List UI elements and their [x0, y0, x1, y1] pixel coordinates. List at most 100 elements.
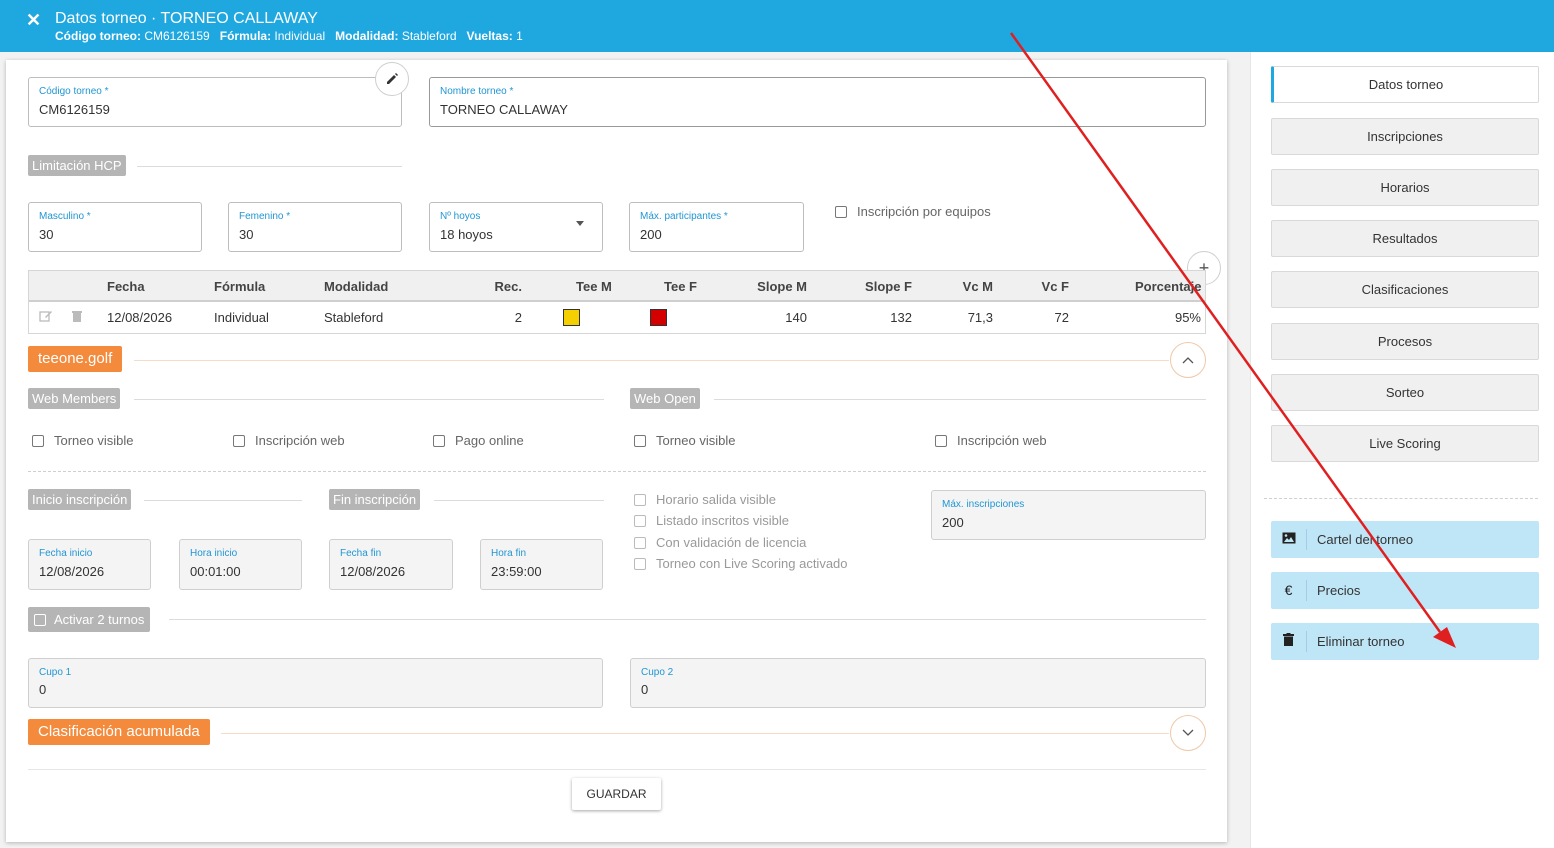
header-summary: Código torneo: CM6126159 Fórmula: Indivi… — [55, 29, 523, 43]
fecha-inicio-field[interactable]: Fecha inicio 12/08/2026 — [28, 539, 151, 590]
inscripcion-equipos-checkbox[interactable]: Inscripción por equipos — [835, 204, 991, 219]
fecha-inicio-label: Fecha inicio — [39, 548, 93, 559]
pencil-icon — [387, 73, 398, 84]
max-participantes-field[interactable]: Máx. participantes * 200 — [629, 202, 804, 252]
femenino-field[interactable]: Femenino * 30 — [228, 202, 402, 252]
chevron-up-icon — [1182, 357, 1194, 364]
eliminar-torneo-label: Eliminar torneo — [1317, 634, 1405, 649]
limitacion-hcp-chip: Limitación HCP — [28, 155, 126, 176]
divider — [134, 360, 1169, 361]
members-pago-online-checkbox[interactable]: Pago online — [433, 433, 524, 448]
col-tee-m: Tee M — [576, 279, 612, 294]
checkbox-label: Torneo visible — [656, 433, 736, 448]
divider — [137, 166, 402, 167]
divider — [28, 769, 1206, 770]
col-slope-m: Slope M — [757, 279, 807, 294]
col-slope-f: Slope F — [865, 279, 912, 294]
horario-salida-checkbox[interactable]: Horario salida visible — [634, 492, 776, 507]
checkbox-label: Inscripción web — [255, 433, 345, 448]
open-inscripcion-web-checkbox[interactable]: Inscripción web — [935, 433, 1047, 448]
nav-resultados[interactable]: Resultados — [1271, 220, 1539, 257]
checkbox-icon — [32, 434, 44, 447]
nombre-torneo-field[interactable]: Nombre torneo * TORNEO CALLAWAY — [429, 77, 1206, 127]
collapse-teeone-button[interactable] — [1170, 342, 1206, 378]
tee-f-color-swatch — [650, 309, 667, 326]
divider — [434, 500, 604, 501]
checkbox-label: Con validación de licencia — [656, 535, 807, 550]
nav-horarios[interactable]: Horarios — [1271, 169, 1539, 206]
max-participantes-value: 200 — [640, 227, 662, 242]
col-tee-f: Tee F — [664, 279, 697, 294]
nav-procesos[interactable]: Procesos — [1271, 323, 1539, 360]
cupo-2-field[interactable]: Cupo 2 0 — [630, 658, 1206, 708]
cell-modalidad: Stableford — [324, 310, 384, 325]
col-vc-f: Vc F — [1041, 279, 1069, 294]
trash-icon — [1271, 631, 1307, 652]
col-porcentaje: Porcentaje — [1135, 279, 1202, 294]
save-button[interactable]: GUARDAR — [572, 778, 661, 810]
checkbox-icon — [634, 493, 646, 506]
hora-inicio-label: Hora inicio — [190, 548, 238, 559]
nav-datos-torneo[interactable]: Datos torneo — [1271, 66, 1539, 103]
edit-pencil-button[interactable] — [375, 62, 409, 96]
dialog-header: ✕ Datos torneo · TORNEO CALLAWAY Código … — [0, 0, 1554, 52]
formula-value: Individual — [274, 29, 326, 43]
validacion-licencia-checkbox[interactable]: Con validación de licencia — [634, 535, 806, 550]
members-inscripcion-web-checkbox[interactable]: Inscripción web — [233, 433, 345, 448]
cartel-torneo-button[interactable]: Cartel del torneo — [1271, 521, 1539, 558]
nav-inscripciones[interactable]: Inscripciones — [1271, 118, 1539, 155]
chevron-down-icon — [1182, 729, 1194, 736]
euro-icon: € — [1271, 580, 1307, 601]
masculino-label: Masculino * — [39, 211, 91, 222]
edit-row-icon[interactable] — [39, 309, 53, 326]
modalidad-value: Stableford — [401, 29, 457, 43]
hora-inicio-field[interactable]: Hora inicio 00:01:00 — [179, 539, 302, 590]
cupo-1-field[interactable]: Cupo 1 0 — [28, 658, 603, 708]
cartel-torneo-label: Cartel del torneo — [1317, 532, 1414, 547]
modalidad-label: Modalidad: — [335, 29, 399, 43]
max-inscripciones-value: 200 — [942, 515, 964, 530]
delete-row-icon[interactable] — [71, 309, 83, 326]
live-scoring-activado-checkbox[interactable]: Torneo con Live Scoring activado — [634, 556, 848, 571]
cupo-2-label: Cupo 2 — [641, 667, 674, 678]
inscripcion-equipos-label: Inscripción por equipos — [857, 204, 991, 219]
cell-vc-f: 72 — [1054, 310, 1069, 325]
table-header: Fecha Fórmula Modalidad Rec. Tee M Tee F… — [29, 271, 1205, 302]
checkbox-icon — [233, 434, 245, 447]
nombre-torneo-label: Nombre torneo * — [440, 86, 514, 97]
open-torneo-visible-checkbox[interactable]: Torneo visible — [634, 433, 736, 448]
listado-inscritos-checkbox[interactable]: Listado inscritos visible — [634, 513, 789, 528]
web-open-chip: Web Open — [630, 388, 700, 409]
activar-turnos-checkbox[interactable]: Activar 2 turnos — [28, 607, 151, 632]
expand-clasificacion-button[interactable] — [1170, 715, 1206, 751]
col-rec: Rec. — [494, 279, 522, 294]
nav-clasificaciones[interactable]: Clasificaciones — [1271, 271, 1539, 308]
nombre-torneo-value: TORNEO CALLAWAY — [440, 102, 568, 117]
inicio-inscripcion-chip: Inicio inscripción — [28, 489, 132, 510]
checkbox-icon — [634, 434, 646, 447]
nav-live-scoring[interactable]: Live Scoring — [1271, 425, 1539, 462]
col-formula: Fórmula — [214, 279, 266, 294]
fecha-fin-value: 12/08/2026 — [340, 564, 406, 579]
hora-fin-field[interactable]: Hora fin 23:59:00 — [480, 539, 603, 590]
members-torneo-visible-checkbox[interactable]: Torneo visible — [32, 433, 134, 448]
fecha-inicio-value: 12/08/2026 — [39, 564, 105, 579]
max-participantes-label: Máx. participantes * — [640, 211, 728, 222]
nav-sorteo[interactable]: Sorteo — [1271, 374, 1539, 411]
masculino-field[interactable]: Masculino * 30 — [28, 202, 202, 252]
eliminar-torneo-button[interactable]: Eliminar torneo — [1271, 623, 1539, 660]
rounds-table: Fecha Fórmula Modalidad Rec. Tee M Tee F… — [28, 270, 1206, 334]
codigo-torneo-label: Código torneo * — [39, 86, 109, 97]
codigo-torneo-field[interactable]: Código torneo * CM6126159 — [28, 77, 402, 127]
precios-button[interactable]: € Precios — [1271, 572, 1539, 609]
max-inscripciones-field[interactable]: Máx. inscripciones 200 — [931, 490, 1206, 540]
fin-inscripcion-chip: Fin inscripción — [329, 489, 421, 510]
dashed-divider — [28, 471, 1206, 472]
cupo-1-value: 0 — [39, 682, 47, 697]
close-icon[interactable]: ✕ — [26, 10, 41, 31]
fecha-fin-field[interactable]: Fecha fin 12/08/2026 — [329, 539, 453, 590]
femenino-label: Femenino * — [239, 211, 291, 222]
hora-fin-value: 23:59:00 — [491, 564, 542, 579]
hoyos-select[interactable]: Nº hoyos 18 hoyos — [429, 202, 603, 252]
hoyos-value: 18 hoyos — [440, 227, 493, 242]
